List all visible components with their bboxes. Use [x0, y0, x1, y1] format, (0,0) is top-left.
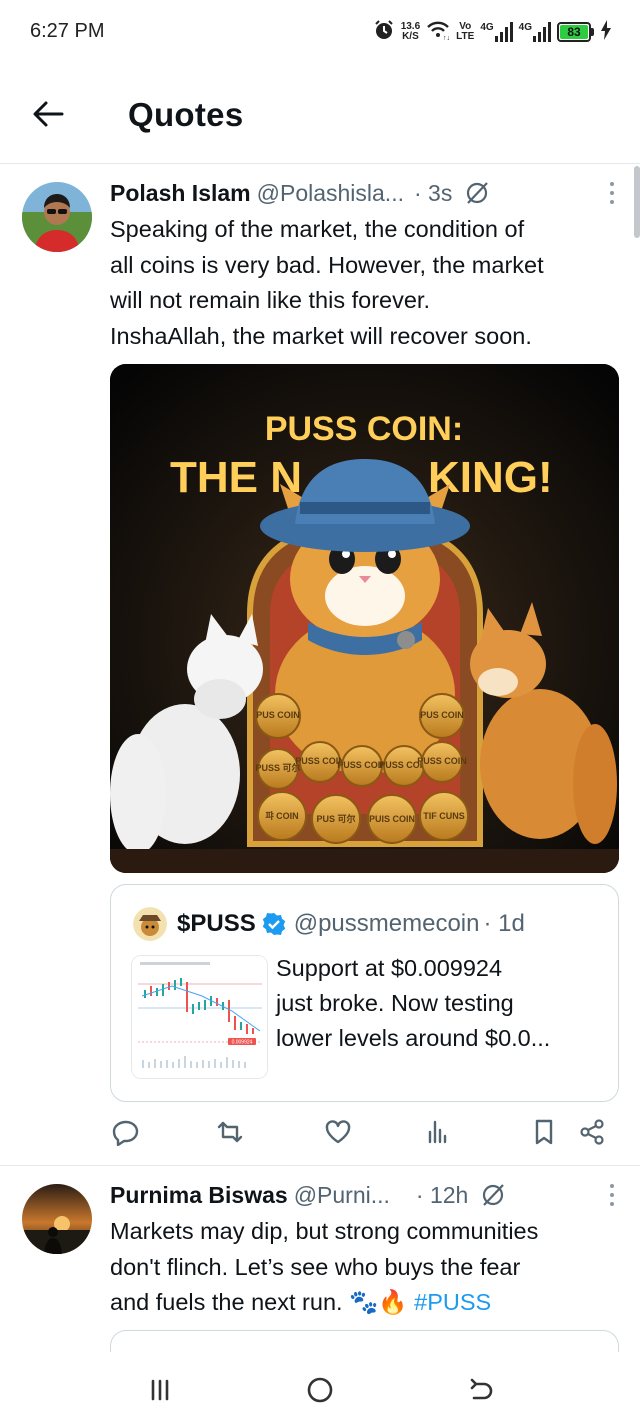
quoted-author-name: $PUSS [177, 910, 256, 937]
grok-icon[interactable] [464, 180, 490, 206]
quoted-author-handle: @pussmemecoin [293, 910, 480, 937]
views-icon[interactable] [422, 1116, 454, 1148]
post-header: Polash Islam @Polashisla... · 3s [110, 176, 620, 210]
battery-icon: 83 [557, 22, 594, 42]
avatar[interactable] [22, 1184, 92, 1254]
quoted-chart-thumbnail: 0.009924 [131, 955, 268, 1079]
author-handle[interactable]: @Purni... [294, 1182, 390, 1209]
avatar[interactable] [22, 182, 92, 252]
grok-icon[interactable] [480, 1182, 506, 1208]
network-speed: 13.6 K/S [400, 21, 421, 42]
repost-icon[interactable] [214, 1116, 246, 1148]
status-time: 6:27 PM [30, 20, 105, 42]
bookmark-icon[interactable] [528, 1116, 560, 1148]
home-icon[interactable] [300, 1370, 340, 1410]
svg-text:↑↓: ↑↓ [443, 35, 450, 40]
image-headline-3: KING! [428, 453, 553, 502]
charging-icon [600, 19, 612, 45]
quoted-post-card[interactable]: $PUSS @pussmemecoin · 1d 0.009924 Suppor… [110, 884, 619, 1102]
post-time[interactable]: · 12h [416, 1182, 468, 1209]
svg-text:PUS COIN: PUS COIN [256, 710, 300, 720]
svg-text:PUSS 可尔: PUSS 可尔 [255, 762, 300, 773]
signal-icon: 4G [480, 22, 513, 42]
quoted-chart-price-label: 0.009924 [232, 1040, 253, 1046]
status-icons: 13.6 K/S ↑↓ Vo LTE 4G 4G 83 [373, 16, 612, 48]
verified-badge-icon [262, 912, 286, 936]
image-headline-2: THE N [170, 453, 302, 502]
svg-text:PUIS COIN: PUIS COIN [369, 814, 415, 824]
quoted-text: Support at $0.009924 just broke. Now tes… [276, 955, 551, 1051]
svg-text:PUS COIN: PUS COIN [420, 710, 464, 720]
svg-text:TIF CUNS: TIF CUNS [423, 811, 465, 821]
battery-level: 83 [560, 25, 588, 39]
hashtag-link[interactable]: #PUSS [414, 1289, 491, 1315]
post-text: Markets may dip, but strong communities … [110, 1218, 539, 1315]
author-handle[interactable]: @Polashisla... [257, 180, 404, 207]
status-bar: 6:27 PM 13.6 K/S ↑↓ Vo LTE 4G 4G 83 [0, 0, 640, 66]
image-headline-1: PUSS COIN: [265, 410, 463, 448]
author-name[interactable]: Purnima Biswas [110, 1182, 288, 1209]
signal-icon: 4G [519, 22, 551, 42]
post-actions [110, 1116, 620, 1152]
post-time[interactable]: · 3s [414, 180, 452, 207]
wifi-icon: ↑↓ [426, 20, 450, 45]
page-title: Quotes [128, 96, 244, 133]
quote-post[interactable]: Purnima Biswas @Purni... · 12h Markets m… [0, 1166, 640, 1352]
svg-text:PUS 可尔: PUS 可尔 [316, 813, 355, 824]
share-icon[interactable] [576, 1116, 608, 1148]
svg-text:퍄 COIN: 퍄 COIN [265, 810, 298, 821]
post-image[interactable]: PUSS COIN: THE N KING! PUS COIN PUS COIN… [110, 364, 619, 873]
volte-indicator: Vo LTE [456, 21, 475, 42]
alarm-icon [373, 19, 395, 46]
more-options-icon[interactable] [604, 179, 620, 207]
author-name[interactable]: Polash Islam [110, 180, 251, 207]
quoted-header: $PUSS @pussmemecoin · 1d [177, 907, 608, 941]
post-text: Speaking of the market, the condition of… [110, 216, 544, 349]
quoted-time: · 1d [483, 910, 525, 937]
reply-icon[interactable] [110, 1116, 142, 1148]
system-nav-bar [0, 1352, 640, 1422]
post-header: Purnima Biswas @Purni... · 12h [110, 1178, 620, 1212]
like-icon[interactable] [322, 1116, 354, 1148]
arrow-left-icon[interactable] [28, 94, 68, 134]
back-icon[interactable] [460, 1370, 500, 1410]
recent-apps-icon[interactable] [140, 1370, 180, 1410]
more-options-icon[interactable] [604, 1181, 620, 1209]
svg-text:PUSS COIN: PUSS COIN [417, 756, 467, 766]
top-app-bar: Quotes [0, 66, 640, 164]
quoted-avatar[interactable] [133, 907, 167, 941]
